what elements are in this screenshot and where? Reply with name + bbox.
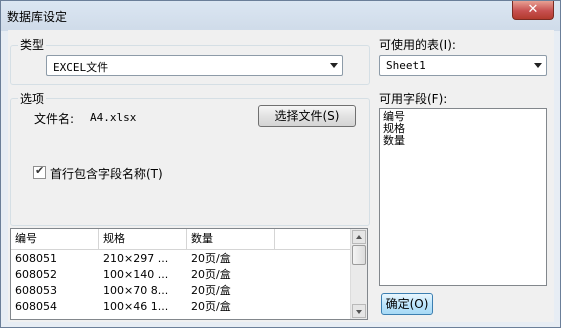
table-cell: 20页/盒 [191,268,231,281]
dialog-window: 数据库设定 ✕ 类型 EXCEL文件 选项 文件名: A4.xlsx 选择文件(… [0,0,561,328]
type-select-value: EXCEL文件 [53,61,109,74]
table-cell: 20页/盒 [191,252,231,265]
chevron-down-icon [534,63,542,68]
scroll-thumb[interactable] [352,245,366,265]
table-select-value: Sheet1 [386,59,426,72]
table-cell: 608051 [15,252,57,265]
table-cell: 100×140 ... [103,268,169,281]
preview-table-header: 编号 规格 数量 [11,229,351,250]
fields-label: 可用字段(F): [379,92,448,106]
table-cell: 100×70 8... [103,284,169,297]
table-cell: 608054 [15,300,57,313]
title-bar[interactable]: 数据库设定 ✕ [1,1,560,30]
fields-list: 编号 规格 数量 [380,109,546,147]
table-row[interactable]: 608054 100×46 1... 20页/盒 [11,299,351,314]
table-cell: 20页/盒 [191,300,231,313]
scroll-up-icon[interactable] [352,230,366,244]
first-row-checkbox[interactable]: ✔ [33,164,46,179]
scroll-down-icon[interactable] [352,304,366,318]
chevron-down-icon [330,63,338,68]
table-cell: 100×46 1... [103,300,169,313]
checkmark-icon: ✔ [35,164,45,177]
table-select[interactable]: Sheet1 [379,55,547,76]
table-cell: 210×297 ... [103,252,169,265]
table-cell: 608052 [15,268,57,281]
file-name-label: 文件名: [34,112,75,126]
column-header[interactable]: 数量 [187,229,275,250]
column-header[interactable]: 编号 [11,229,99,250]
choose-file-button[interactable]: 选择文件(S) [258,105,356,127]
tables-label: 可使用的表(I): [379,38,456,52]
fields-listbox[interactable]: 编号 规格 数量 [379,108,547,286]
window-title: 数据库设定 [7,10,68,24]
close-icon: ✕ [527,2,539,17]
first-row-checkbox-label[interactable]: 首行包含字段名称(T) [50,165,163,182]
preview-table[interactable]: 编号 规格 数量 608051 210×297 ... 20页/盒 608052… [10,228,368,320]
table-cell: 608053 [15,284,57,297]
file-name-value: A4.xlsx [90,111,137,124]
preview-table-scrollbar[interactable] [350,229,367,319]
table-cell: 20页/盒 [191,284,231,297]
type-select[interactable]: EXCEL文件 [46,55,343,76]
options-group-label: 选项 [18,90,47,107]
list-item[interactable]: 数量 [380,135,546,147]
type-group-label: 类型 [18,36,47,53]
table-row[interactable]: 608053 100×70 8... 20页/盒 [11,283,351,298]
table-row[interactable]: 608051 210×297 ... 20页/盒 [11,251,351,266]
column-header[interactable]: 规格 [99,229,187,250]
close-button[interactable]: ✕ [512,1,554,20]
table-row[interactable]: 608052 100×140 ... 20页/盒 [11,267,351,282]
ok-button[interactable]: 确定(O) [381,293,433,315]
dialog-body: 类型 EXCEL文件 选项 文件名: A4.xlsx 选择文件(S) ✔ 首行包… [8,30,554,322]
